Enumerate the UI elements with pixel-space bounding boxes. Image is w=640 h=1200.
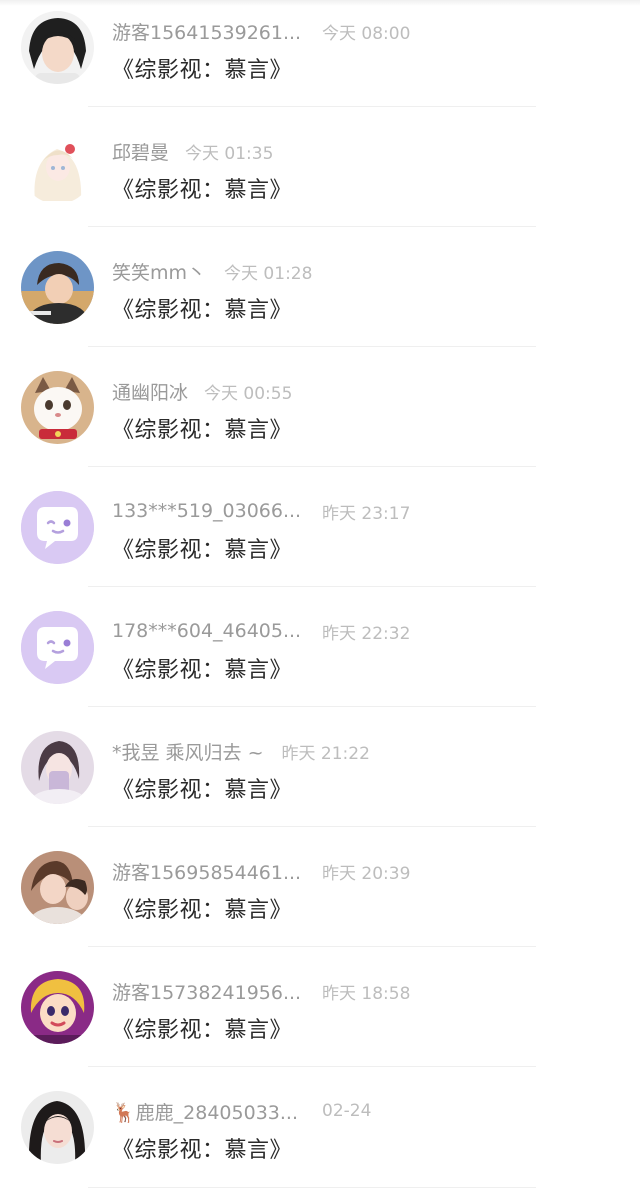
commenter-name[interactable]: 133***519_03066... (112, 500, 322, 522)
comment-title[interactable]: 《综影视：慕言》 (112, 52, 292, 84)
user-avatar-icon (21, 1091, 94, 1164)
list-item[interactable]: 游客15738241956... 昨天 18:58 《综影视：慕言》 (0, 960, 640, 1080)
comment-time: 昨天 22:32 (322, 623, 411, 644)
commenter-name[interactable]: 178***604_46405... (112, 620, 322, 642)
comment-title[interactable]: 《综影视：慕言》 (112, 652, 292, 684)
commenter-name[interactable]: 游客15641539261... (112, 18, 322, 45)
user-avatar-icon (21, 251, 94, 324)
comment-title[interactable]: 《综影视：慕言》 (112, 412, 292, 444)
anime-girl-icon (21, 131, 94, 204)
avatar[interactable] (21, 851, 94, 924)
comment-title[interactable]: 《综影视：慕言》 (112, 172, 292, 204)
commenter-name[interactable]: 邱碧曼 (112, 138, 169, 165)
commenter-name[interactable]: *我昱 乘风归去 ~ (112, 738, 264, 765)
default-chat-avatar-icon (21, 611, 94, 684)
default-chat-avatar-icon (21, 491, 94, 564)
comment-title[interactable]: 《综影视：慕言》 (112, 892, 292, 924)
list-item[interactable]: 邱碧曼 今天 01:35 《综影视：慕言》 (0, 120, 640, 240)
divider (88, 466, 536, 467)
comment-time: 今天 01:35 (185, 143, 274, 164)
user-avatar-icon (21, 851, 94, 924)
comment-title[interactable]: 《综影视：慕言》 (112, 1132, 292, 1164)
cat-icon (21, 371, 94, 444)
avatar[interactable] (21, 491, 94, 564)
comment-list: 游客15641539261... 今天 08:00 《综影视：慕言》 邱碧曼 今… (0, 0, 640, 1191)
divider (88, 1066, 536, 1067)
list-item[interactable]: 游客15641539261... 今天 08:00 《综影视：慕言》 (0, 0, 640, 120)
avatar[interactable] (21, 971, 94, 1044)
divider (88, 106, 536, 107)
list-item[interactable]: 133***519_03066... 昨天 23:17 《综影视：慕言》 (0, 480, 640, 600)
divider (88, 226, 536, 227)
commenter-name[interactable]: 游客15738241956... (112, 978, 322, 1005)
comment-time: 今天 00:55 (204, 383, 293, 404)
cartoon-avatar-icon (21, 971, 94, 1044)
divider (88, 1187, 536, 1188)
comment-time: 昨天 21:22 (281, 743, 370, 764)
comment-time: 今天 08:00 (322, 23, 411, 44)
divider (88, 706, 536, 707)
comment-time: 昨天 18:58 (322, 983, 411, 1004)
divider (88, 346, 536, 347)
comment-time: 昨天 23:17 (322, 503, 411, 524)
comment-time: 02-24 (322, 1101, 372, 1121)
list-item[interactable]: 笑笑mm丶 今天 01:28 《综影视：慕言》 (0, 240, 640, 360)
list-item[interactable]: 游客15695854461... 昨天 20:39 《综影视：慕言》 (0, 840, 640, 960)
divider (88, 586, 536, 587)
comment-title[interactable]: 《综影视：慕言》 (112, 532, 292, 564)
avatar[interactable] (21, 251, 94, 324)
comment-title[interactable]: 《综影视：慕言》 (112, 772, 292, 804)
avatar[interactable] (21, 131, 94, 204)
avatar[interactable] (21, 611, 94, 684)
comment-time: 今天 01:28 (224, 263, 313, 284)
divider (88, 826, 536, 827)
avatar[interactable] (21, 371, 94, 444)
avatar[interactable] (21, 731, 94, 804)
comment-title[interactable]: 《综影视：慕言》 (112, 292, 292, 324)
list-item[interactable]: 178***604_46405... 昨天 22:32 《综影视：慕言》 (0, 600, 640, 720)
commenter-name[interactable]: 游客15695854461... (112, 858, 322, 885)
user-avatar-icon (21, 731, 94, 804)
list-item[interactable]: 通幽阳冰 今天 00:55 《综影视：慕言》 (0, 360, 640, 480)
commenter-name[interactable]: 🦌鹿鹿_28405033... (112, 1098, 322, 1125)
user-avatar-icon (21, 11, 94, 84)
commenter-name[interactable]: 笑笑mm丶 (112, 258, 206, 285)
divider (88, 946, 536, 947)
comment-title[interactable]: 《综影视：慕言》 (112, 1012, 292, 1044)
commenter-name[interactable]: 通幽阳冰 (112, 378, 188, 405)
comment-time: 昨天 20:39 (322, 863, 411, 884)
avatar[interactable] (21, 11, 94, 84)
list-item[interactable]: *我昱 乘风归去 ~ 昨天 21:22 《综影视：慕言》 (0, 720, 640, 840)
avatar[interactable] (21, 1091, 94, 1164)
list-item[interactable]: 🦌鹿鹿_28405033... 02-24 《综影视：慕言》 (0, 1080, 640, 1200)
